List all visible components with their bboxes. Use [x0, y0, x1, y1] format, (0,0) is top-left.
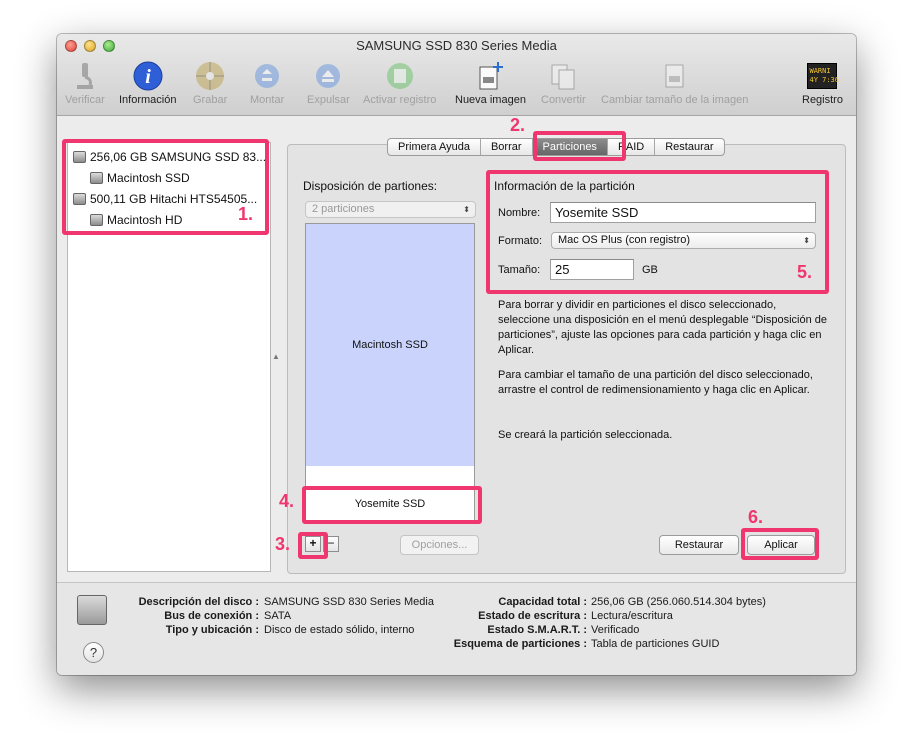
annotation-number-1: 1. — [238, 204, 254, 224]
format-popup[interactable]: Mac OS Plus (con registro) ⬍ — [551, 232, 816, 249]
help-paragraph-1: Para borrar y dividir en particiones el … — [498, 299, 827, 356]
svg-text:i: i — [145, 66, 151, 88]
restore-button[interactable]: Restaurar — [659, 535, 739, 555]
write-status-label: Estado de escritura : — [478, 610, 587, 622]
tab-restore[interactable]: Restaurar — [655, 139, 723, 155]
popup-arrows-icon: ⬍ — [803, 236, 810, 245]
format-label: Formato: — [498, 235, 543, 247]
toolbar-journal-button[interactable]: Activar registro — [363, 60, 436, 106]
journal-icon — [384, 60, 416, 92]
hard-drive-icon — [73, 151, 86, 163]
partition-macintosh-ssd[interactable]: Macintosh SSD — [306, 224, 474, 466]
mount-icon — [251, 60, 283, 92]
smart-status-label: Estado S.M.A.R.T. : — [487, 624, 587, 636]
annotation-number-5: 5. — [797, 262, 813, 282]
disk-list-item[interactable]: 256,06 GB SAMSUNG SSD 83... — [73, 147, 266, 168]
new-image-icon — [474, 60, 506, 92]
partition-info-heading: Información de la partición — [494, 179, 635, 193]
size-label: Tamaño: — [498, 264, 541, 276]
tab-erase[interactable]: Borrar — [481, 139, 533, 155]
volume-icon — [90, 172, 103, 184]
type-label: Tipo y ubicación : — [165, 624, 259, 636]
partition-map[interactable]: Macintosh SSD Yosemite SSD — [305, 223, 475, 523]
toolbar-convert-button[interactable]: Convertir — [541, 60, 586, 106]
convert-icon — [547, 60, 579, 92]
disk-list-item[interactable]: 500,11 GB Hitachi HTS54505... — [73, 189, 257, 210]
titlebar: SAMSUNG SSD 830 Series Media Verificar i… — [57, 34, 856, 116]
toolbar-mount-button[interactable]: Montar — [250, 60, 284, 106]
volume-list-item[interactable]: Macintosh SSD — [90, 168, 190, 189]
layout-popup[interactable]: 2 particiones ⬍ — [305, 201, 476, 218]
microscope-icon — [69, 60, 101, 92]
help-paragraph-2: Para cambiar el tamaño de una partición … — [498, 369, 813, 396]
collapse-arrow-icon[interactable]: ▲ — [272, 352, 280, 361]
bus-label: Bus de conexión : — [164, 610, 259, 622]
toolbar-burn-button[interactable]: Grabar — [193, 60, 227, 106]
help-button[interactable]: ? — [83, 642, 104, 663]
disk-utility-window: SAMSUNG SSD 830 Series Media Verificar i… — [57, 34, 856, 675]
disk-description-label: Descripción del disco : — [138, 596, 259, 608]
write-status-value: Lectura/escritura — [591, 610, 673, 622]
toolbar-log-button[interactable]: WARNI 4Y 7:36 Registro — [802, 60, 843, 106]
annotation-number-4: 4. — [279, 491, 295, 511]
log-icon: WARNI 4Y 7:36 — [806, 60, 839, 92]
bus-value: SATA — [264, 610, 292, 622]
resize-image-icon — [659, 60, 691, 92]
popup-arrows-icon: ⬍ — [463, 205, 470, 214]
volume-list-item[interactable]: Macintosh HD — [90, 210, 182, 231]
apply-button[interactable]: Aplicar — [747, 535, 815, 555]
tab-first-aid[interactable]: Primera Ayuda — [388, 139, 481, 155]
name-label: Nombre: — [498, 207, 541, 219]
log-console-display: WARNI 4Y 7:36 — [807, 63, 839, 89]
add-partition-button[interactable]: + — [305, 536, 321, 552]
eject-icon — [312, 60, 344, 92]
options-button[interactable]: Opciones... — [400, 535, 479, 555]
window-title: SAMSUNG SSD 830 Series Media — [356, 38, 557, 53]
disk-description-value: SAMSUNG SSD 830 Series Media — [264, 596, 434, 608]
tab-partition[interactable]: Particiones — [532, 139, 608, 155]
type-value: Disco de estado sólido, interno — [264, 624, 415, 636]
remove-partition-button[interactable]: − — [323, 536, 339, 552]
volume-icon — [90, 214, 103, 226]
partition-scheme-label: Esquema de particiones : — [453, 638, 587, 650]
toolbar-info-button[interactable]: i Información — [119, 60, 176, 106]
annotation-number-6: 6. — [748, 507, 764, 527]
toolbar-resize-image-button[interactable]: Cambiar tamaño de la imagen — [601, 60, 748, 106]
disk-info-bar: Descripción del disco : SAMSUNG SSD 830 … — [57, 582, 856, 675]
partition-size-field[interactable]: 25 — [550, 259, 634, 280]
toolbar-eject-button[interactable]: Expulsar — [307, 60, 350, 106]
smart-status-value: Verificado — [591, 624, 640, 636]
capacity-value: 256,06 GB (256.060.514.304 bytes) — [591, 596, 766, 608]
capacity-label: Capacidad total : — [498, 596, 587, 608]
tab-bar: Primera Ayuda Borrar Particiones RAID Re… — [387, 138, 725, 156]
annotation-number-3: 3. — [275, 534, 291, 554]
partition-yosemite-ssd[interactable]: Yosemite SSD — [306, 486, 474, 522]
burn-icon — [194, 60, 226, 92]
hard-drive-icon — [73, 193, 86, 205]
help-paragraph-3: Se creará la partición seleccionada. — [498, 429, 673, 441]
toolbar-verify-button[interactable]: Verificar — [65, 60, 105, 106]
size-unit: GB — [642, 264, 658, 276]
info-icon: i — [132, 60, 164, 92]
disk-icon — [77, 595, 107, 625]
partition-name-field[interactable]: Yosemite SSD — [550, 202, 816, 223]
layout-heading: Disposición de partiones: — [303, 179, 438, 193]
annotation-number-2: 2. — [510, 115, 526, 135]
tab-raid[interactable]: RAID — [608, 139, 656, 155]
partition-scheme-value: Tabla de particiones GUID — [591, 638, 720, 650]
toolbar-new-image-button[interactable]: Nueva imagen — [455, 60, 526, 106]
